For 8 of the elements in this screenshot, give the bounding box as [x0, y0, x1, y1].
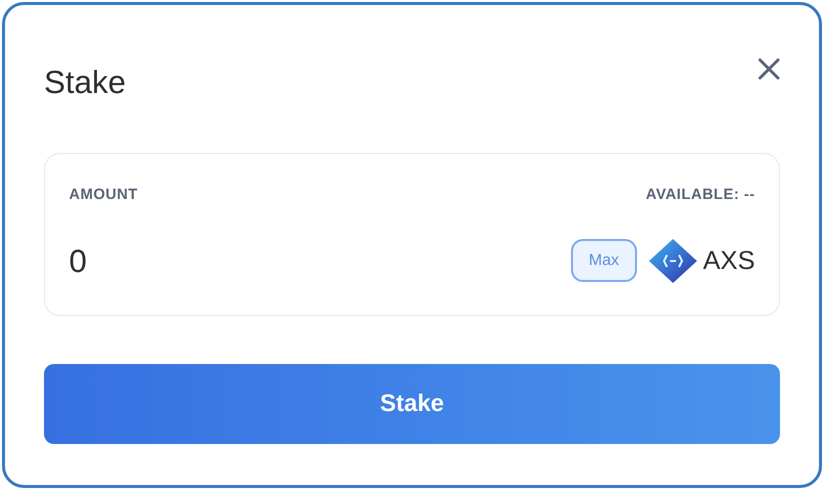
amount-input[interactable]: 0 [69, 236, 369, 284]
stake-button[interactable]: Stake [44, 364, 780, 444]
amount-label: AMOUNT [69, 185, 138, 205]
token-symbol: AXS [702, 244, 755, 277]
max-button[interactable]: Max [570, 239, 637, 282]
token-logo-icon [646, 236, 699, 284]
dialog-title: Stake [44, 63, 126, 102]
available-balance: AVAILABLE: -- [646, 185, 755, 205]
